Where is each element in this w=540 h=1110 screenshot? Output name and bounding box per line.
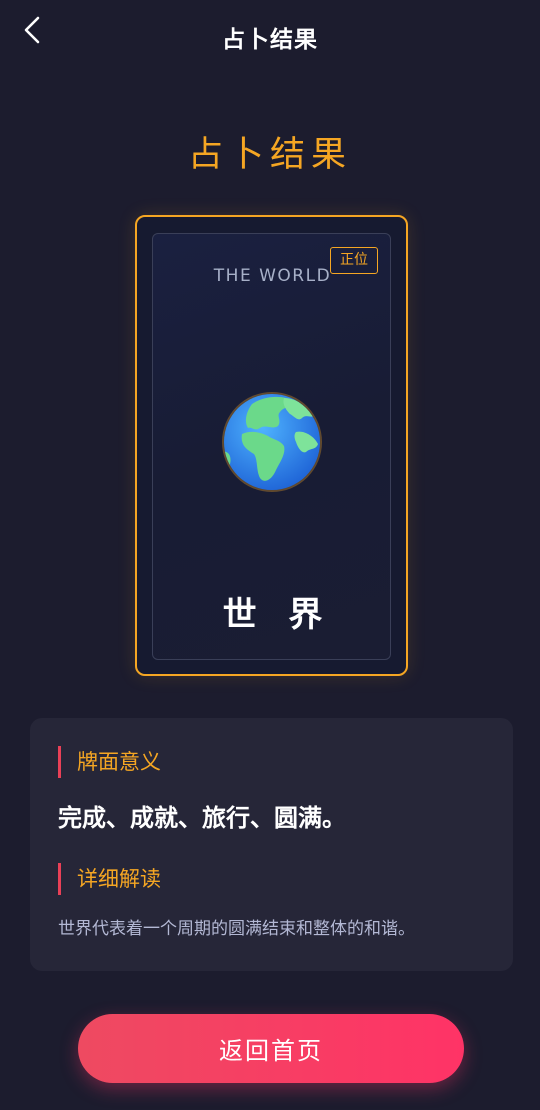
divination-result-screen: 占卜结果 占卜结果 THE WORLD 正位 世 界 牌面意义 完成、成就、旅行… xyxy=(0,0,540,1110)
interpretation-panel: 牌面意义 完成、成就、旅行、圆满。 详细解读 世界代表着一个周期的圆满结束和整体… xyxy=(30,718,513,971)
card-name-cn: 世 界 xyxy=(222,595,333,635)
result-heading: 占卜结果 xyxy=(187,135,352,175)
meaning-text: 完成、成就、旅行、圆满。 xyxy=(58,804,346,832)
tarot-card-face: THE WORLD 正位 世 界 xyxy=(152,233,391,660)
return-home-button[interactable]: 返回首页 xyxy=(78,1014,464,1083)
orientation-badge: 正位 xyxy=(330,247,378,274)
nav-title: 占卜结果 xyxy=(222,27,318,53)
meaning-section-title: 牌面意义 xyxy=(58,746,161,778)
detail-section-title: 详细解读 xyxy=(58,863,161,895)
detail-text: 世界代表着一个周期的圆满结束和整体的和谐。 xyxy=(58,919,415,939)
nav-bar: 占卜结果 xyxy=(0,0,540,72)
tarot-card: THE WORLD 正位 世 界 xyxy=(135,215,408,676)
globe-icon xyxy=(222,392,322,492)
